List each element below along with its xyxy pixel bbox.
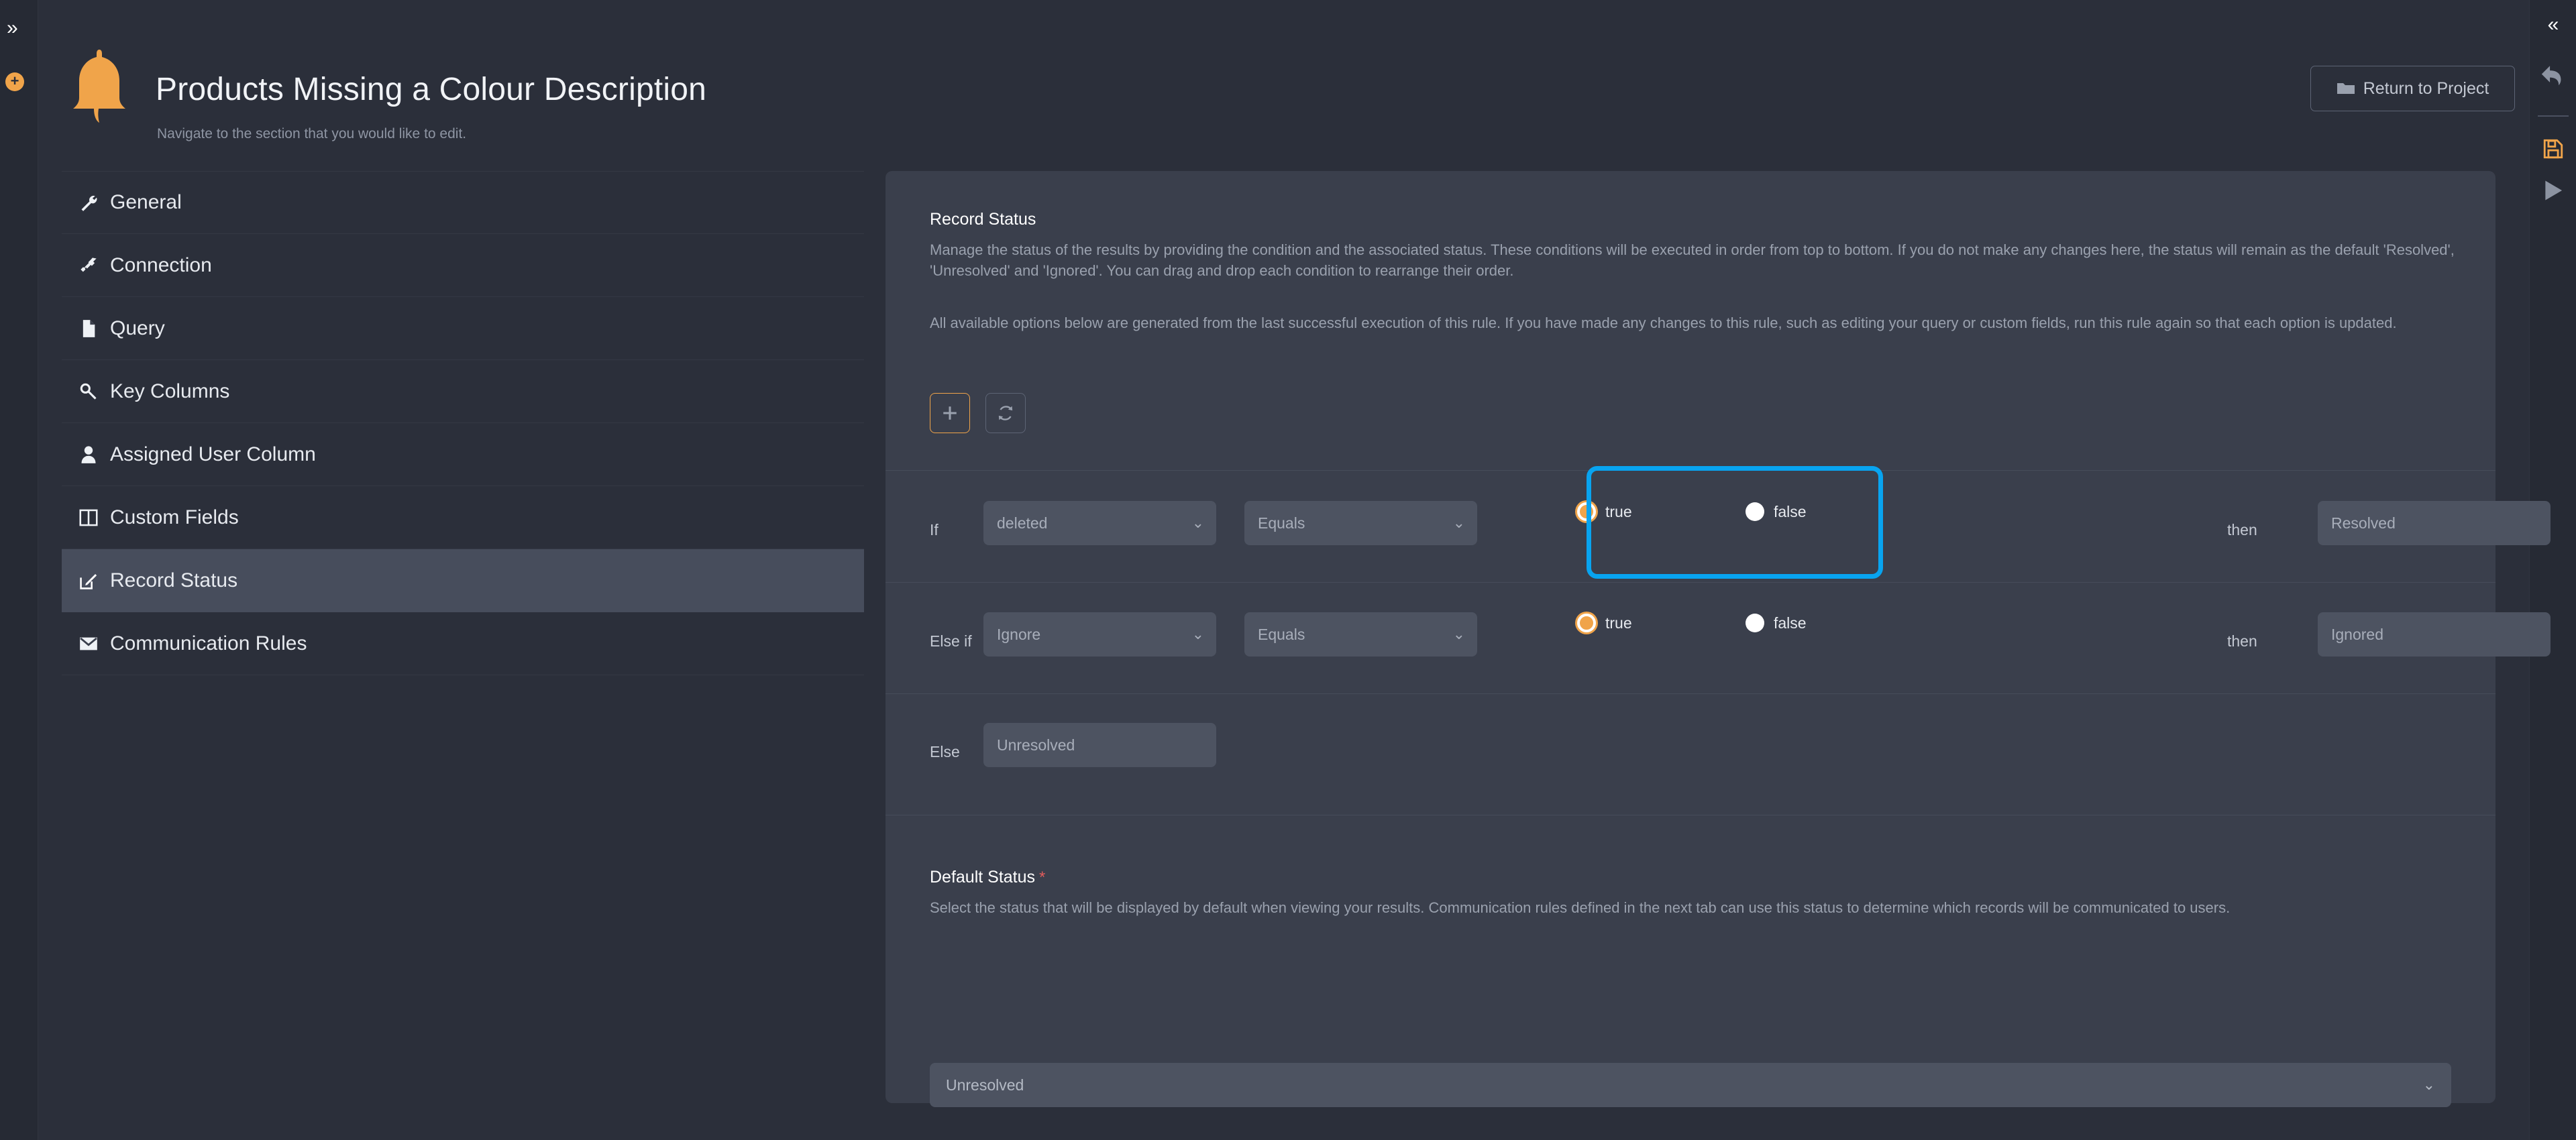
sidebar-item-label: Key Columns — [110, 380, 230, 402]
radio-unselected-icon[interactable] — [1746, 614, 1764, 632]
sidebar-item-general[interactable]: General — [62, 171, 864, 234]
sidebar-item-label: General — [110, 191, 182, 213]
sidebar-item-label: Record Status — [110, 569, 238, 591]
row-divider — [885, 582, 2496, 583]
floppy-disk-save-icon[interactable] — [2530, 137, 2576, 164]
play-run-icon[interactable] — [2530, 180, 2576, 205]
chevron-double-right-icon[interactable]: » — [7, 18, 18, 38]
condition-operator-select-2[interactable]: Equals ⌄ — [1244, 612, 1477, 657]
plus-circle-icon[interactable]: + — [5, 72, 24, 91]
radio-unselected-icon[interactable] — [1746, 502, 1764, 521]
plug-icon — [78, 255, 99, 276]
record-status-title: Record Status — [930, 210, 1036, 229]
radio-group-highlight-box-1 — [1587, 466, 1883, 579]
condition-true-radio-2[interactable]: true — [1577, 614, 1632, 632]
else-prefix-label: Else — [930, 743, 960, 760]
default-status-title-text: Default Status — [930, 868, 1036, 887]
then-label-1: then — [2227, 521, 2257, 538]
left-rail: » + — [0, 0, 38, 1140]
condition-prefix-label: If — [930, 521, 938, 538]
sidebar-item-label: Connection — [110, 253, 212, 276]
return-to-project-label: Return to Project — [2363, 78, 2489, 98]
key-icon — [78, 381, 99, 402]
folder-icon — [2337, 83, 2355, 94]
condition-status-field-2: Ignored — [2318, 612, 2551, 657]
condition-field-select-2[interactable]: Ignore ⌄ — [983, 612, 1216, 657]
condition-field-select-1[interactable]: deleted ⌄ — [983, 501, 1216, 545]
add-condition-button[interactable] — [930, 393, 970, 433]
record-status-paragraph-1: Manage the status of the results by prov… — [930, 241, 2455, 280]
condition-operator-select-1[interactable]: Equals ⌄ — [1244, 501, 1477, 545]
sidebar-item-label: Query — [110, 317, 165, 339]
play-triangle-glyph — [2545, 180, 2563, 201]
envelope-icon — [78, 633, 99, 654]
else-status-value: Unresolved — [997, 736, 1075, 754]
page-subtitle: Navigate to the section that you would l… — [157, 126, 467, 141]
else-status-field: Unresolved — [983, 723, 1216, 767]
default-status-value: Unresolved — [946, 1076, 1024, 1094]
chevron-double-left-icon[interactable]: « — [2530, 15, 2576, 35]
floppy-disk-glyph — [2543, 139, 2563, 159]
sidebar-item-connection[interactable]: Connection — [62, 234, 864, 297]
sidebar-item-query[interactable]: Query — [62, 297, 864, 360]
radio-false-label: false — [1774, 614, 1807, 632]
condition-prefix-label: Else if — [930, 632, 972, 650]
right-rail: « — [2529, 0, 2576, 1140]
sidebar-item-label: Assigned User Column — [110, 443, 316, 465]
radio-selected-icon[interactable] — [1577, 614, 1596, 632]
sidebar-item-custom-fields[interactable]: Custom Fields — [62, 486, 864, 549]
condition-true-radio-1[interactable]: true — [1577, 502, 1632, 521]
sidebar-item-assigned-user-column[interactable]: Assigned User Column — [62, 423, 864, 486]
radio-false-label: false — [1774, 502, 1807, 520]
condition-status-value: Resolved — [2331, 514, 2396, 532]
condition-operator-value: Equals — [1258, 514, 1305, 532]
sidebar-item-label: Custom Fields — [110, 506, 239, 528]
refresh-icon — [998, 406, 1013, 420]
condition-false-radio-1[interactable]: false — [1746, 502, 1807, 521]
file-icon — [78, 318, 99, 339]
bell-icon — [73, 50, 125, 123]
undo-arrow-glyph — [2541, 66, 2561, 86]
condition-false-radio-2[interactable]: false — [1746, 614, 1807, 632]
wrench-icon — [78, 192, 99, 213]
chevron-down-icon: ⌄ — [1452, 514, 1465, 531]
plus-icon — [943, 406, 957, 420]
page-title: Products Missing a Colour Description — [156, 72, 707, 107]
edit-square-icon — [78, 570, 99, 591]
radio-true-label: true — [1605, 502, 1632, 520]
user-icon — [78, 444, 99, 465]
default-status-title: Default Status * — [930, 868, 1045, 887]
sidebar-item-label: Communication Rules — [110, 632, 307, 654]
record-status-paragraph-2: All available options below are generate… — [930, 315, 2397, 331]
return-to-project-button[interactable]: Return to Project — [2310, 66, 2515, 111]
radio-true-label: true — [1605, 614, 1632, 632]
rail-divider — [2538, 115, 2569, 117]
chevron-down-icon: ⌄ — [1452, 626, 1465, 642]
condition-status-field-1: Resolved — [2318, 501, 2551, 545]
condition-operator-value: Equals — [1258, 625, 1305, 643]
sidebar-item-key-columns[interactable]: Key Columns — [62, 360, 864, 423]
chevron-down-icon: ⌄ — [2422, 1076, 2435, 1093]
then-label-2: then — [2227, 632, 2257, 650]
sidebar-item-record-status[interactable]: Record Status — [62, 549, 864, 612]
chevron-down-icon: ⌄ — [1191, 514, 1204, 531]
row-divider — [885, 470, 2496, 471]
condition-status-value: Ignored — [2331, 625, 2384, 643]
default-status-description: Select the status that will be displayed… — [930, 899, 2231, 916]
sidebar-nav: General Connection Query Key Columns Ass… — [62, 171, 864, 675]
condition-field-value: deleted — [997, 514, 1048, 532]
columns-icon — [78, 507, 99, 528]
refresh-options-button[interactable] — [985, 393, 1026, 433]
sidebar-item-communication-rules[interactable]: Communication Rules — [62, 612, 864, 675]
default-status-select[interactable]: Unresolved ⌄ — [930, 1063, 2451, 1107]
row-divider — [885, 693, 2496, 694]
record-status-panel: Record Status Manage the status of the r… — [885, 171, 2551, 1107]
radio-selected-icon[interactable] — [1577, 502, 1596, 521]
chevron-down-icon: ⌄ — [1191, 626, 1204, 642]
undo-arrow-icon[interactable] — [2530, 64, 2576, 91]
required-marker: * — [1039, 868, 1046, 887]
condition-field-value: Ignore — [997, 625, 1041, 643]
